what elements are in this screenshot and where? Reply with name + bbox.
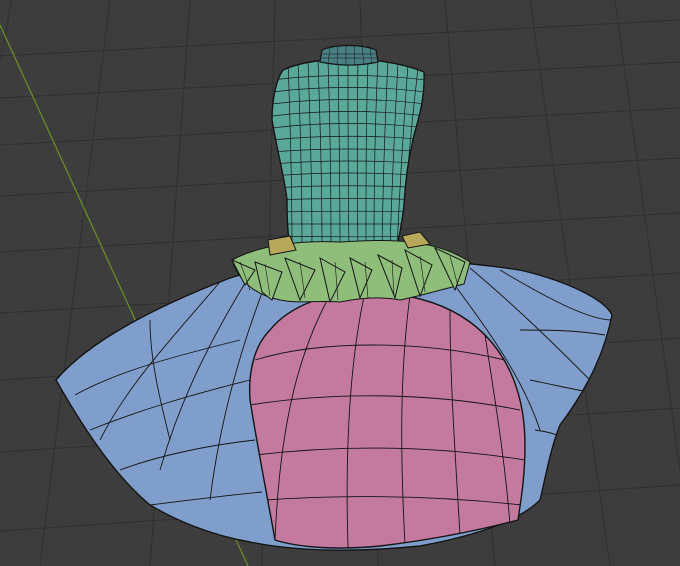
- collar: [319, 44, 379, 67]
- viewport-canvas[interactable]: [0, 0, 680, 566]
- ruffle: [230, 231, 471, 304]
- 3d-viewport[interactable]: [0, 0, 680, 566]
- bodice: [271, 57, 425, 252]
